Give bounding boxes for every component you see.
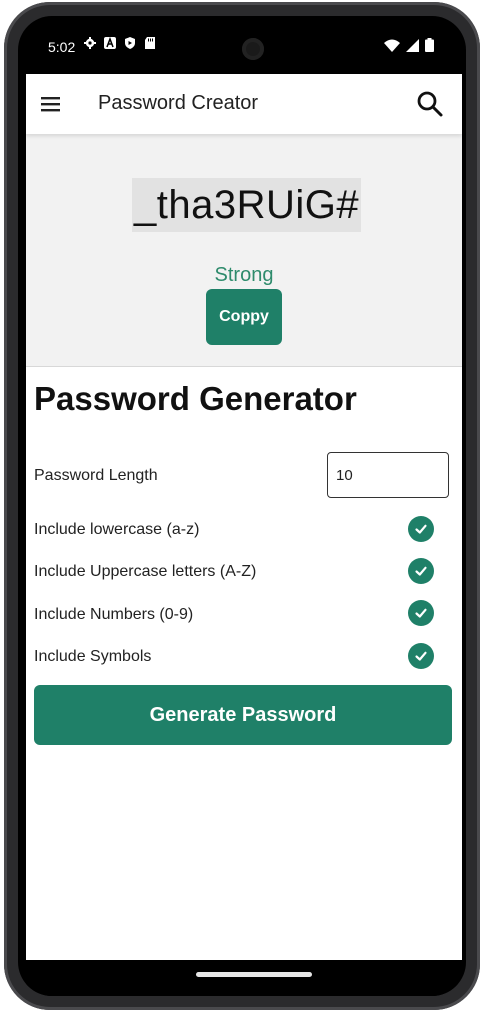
a-icon: [104, 37, 116, 49]
shield-icon: [125, 37, 135, 49]
navigation-bar: [26, 960, 458, 996]
generator-title: Password Generator: [34, 380, 357, 417]
app-screen: Password Creator _tha3RUiG# Strong Coppy…: [26, 74, 462, 960]
checkmark-icon: [415, 651, 427, 661]
numbers-checkbox[interactable]: [408, 600, 434, 626]
copy-button[interactable]: Coppy: [206, 289, 282, 345]
status-time: 5:02: [48, 39, 76, 55]
status-system-icons: [384, 38, 434, 52]
status-bar: 5:02: [26, 16, 458, 74]
option-label-lowercase: Include lowercase (a-z): [34, 521, 200, 538]
uppercase-checkbox[interactable]: [408, 558, 434, 584]
result-panel: _tha3RUiG# Strong Coppy: [26, 134, 462, 367]
checkmark-icon: [415, 524, 427, 534]
lowercase-checkbox[interactable]: [408, 516, 434, 542]
option-label-numbers: Include Numbers (0-9): [34, 606, 194, 623]
sd-card-icon: [145, 37, 155, 49]
password-length-input[interactable]: [327, 452, 449, 498]
signal-icon: [406, 38, 419, 52]
front-camera: [242, 38, 264, 60]
home-indicator[interactable]: [196, 972, 312, 977]
wifi-icon: [384, 39, 400, 52]
status-notification-icons: [84, 37, 156, 49]
strength-label: Strong: [214, 264, 274, 286]
app-bar: Password Creator: [26, 74, 462, 134]
option-label-symbols: Include Symbols: [34, 648, 152, 665]
checkmark-icon: [415, 608, 427, 618]
device-screen: 5:02 Password Creator _tha3RUiG# Strong …: [18, 16, 466, 996]
generated-password: _tha3RUiG#: [132, 178, 362, 232]
password-length-label: Password Length: [34, 467, 158, 484]
generate-password-button[interactable]: Generate Password: [34, 685, 452, 745]
search-icon[interactable]: [416, 90, 444, 118]
menu-icon[interactable]: [40, 94, 62, 114]
app-title: Password Creator: [98, 92, 259, 114]
symbols-checkbox[interactable]: [408, 643, 434, 669]
battery-icon: [425, 38, 434, 52]
option-label-uppercase: Include Uppercase letters (A-Z): [34, 563, 257, 580]
checkmark-icon: [415, 566, 427, 576]
gear-icon: [84, 37, 96, 49]
phone-frame: 5:02 Password Creator _tha3RUiG# Strong …: [4, 2, 480, 1010]
